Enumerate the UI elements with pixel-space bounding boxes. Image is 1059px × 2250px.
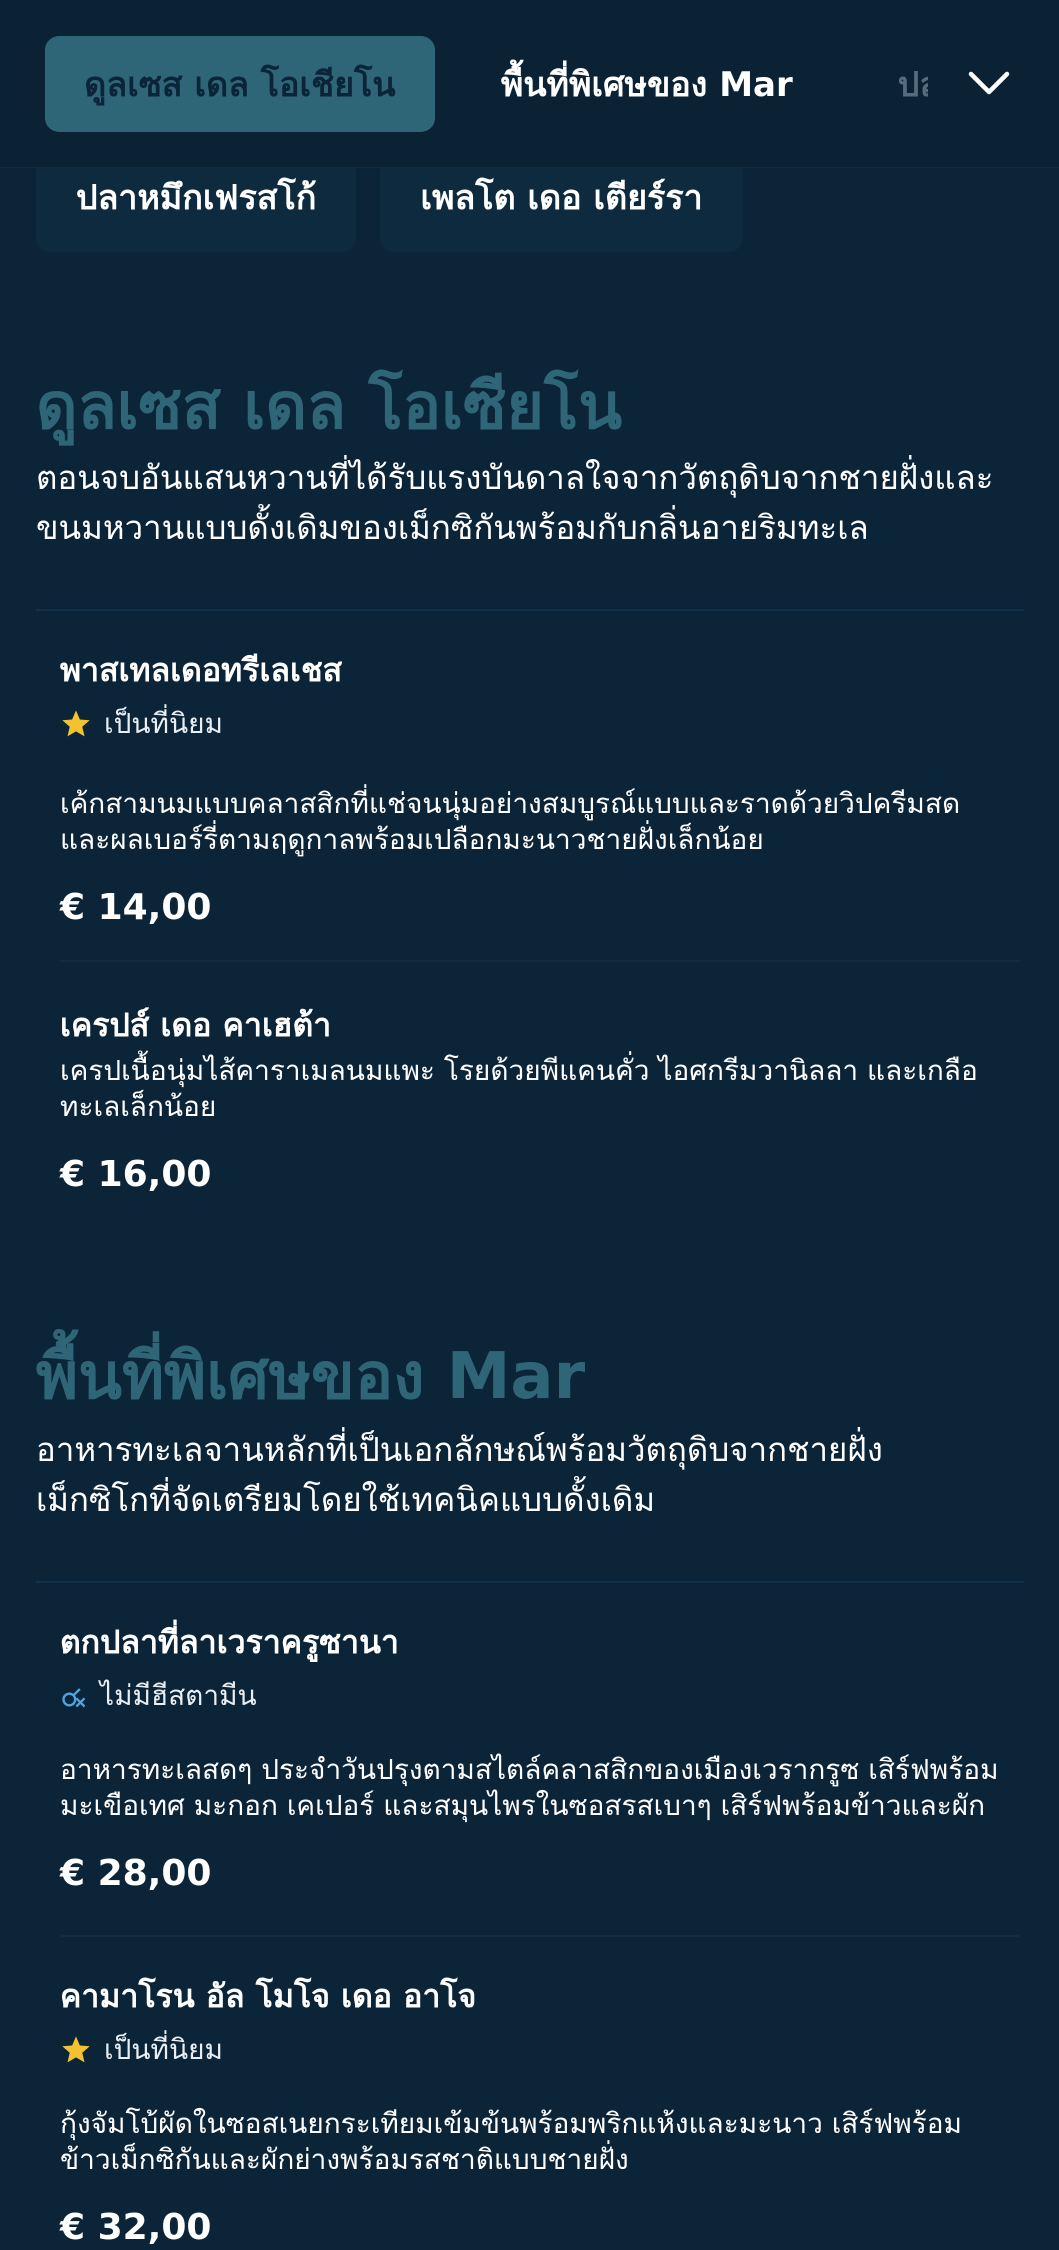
menu-item[interactable]: เครปส์ เดอ คาเฮต้า เครปเนื้อนุ่มไส้คาราเ…: [60, 1005, 1000, 1197]
chevron-down-icon[interactable]: [967, 62, 1011, 106]
item-name: พาสเทลเดอทรีเลเชส: [60, 651, 343, 689]
tab-dulces-del-oceano[interactable]: ดูลเซส เดล โอเชียโน: [45, 35, 435, 132]
menu-item[interactable]: ตกปลาที่ลาเวราครูซานา ไม่มีฮีสตามีน อาหา…: [60, 1622, 1000, 1896]
menu-item[interactable]: พาสเทลเดอทรีเลเชส เป็นที่นิยม เค้กสามนมแ…: [60, 650, 1000, 930]
histamine-free-badge: ไม่มีฮีสตามีน: [60, 1676, 1000, 1716]
badge-label: เป็นที่นิยม: [104, 2033, 223, 2066]
section-description: อาหารทะเลจานหลักที่เป็นเอกลักษณ์พร้อมวัต…: [36, 1430, 883, 1519]
item-price: € 16,00: [60, 1154, 212, 1195]
item-separator: [60, 1935, 1020, 1937]
section-title: ดูลเซส เดล โอเซียโน: [36, 370, 623, 444]
tab-partial[interactable]: ปล: [838, 36, 928, 132]
star-icon: [62, 710, 90, 737]
item-description: อาหารทะเลสดๆ ประจำวันปรุงตามสไตล์คลาสสิก…: [60, 1753, 999, 1822]
section-description: ตอนจบอันแสนหวานที่ได้รับแรงบันดาลใจจากวั…: [36, 458, 994, 547]
item-price: € 28,00: [60, 1853, 212, 1894]
tab-especialidades-del-mar[interactable]: พื้นที่พิเศษของ Mar: [435, 36, 838, 132]
popular-badge: เป็นที่นิยม: [60, 2030, 1000, 2070]
section-title: พื้นที่พิเศษของ Mar: [36, 1340, 586, 1414]
popular-badge: เป็นที่นิยม: [60, 704, 1000, 744]
item-price: € 32,00: [60, 2207, 212, 2248]
menu-item[interactable]: คามาโรน อัล โมโจ เดอ อาโจ เป็นที่นิยม กุ…: [60, 1976, 1000, 2250]
item-description: เครปเนื้อนุ่มไส้คาราเมลนมแพะ โรยด้วยพีแค…: [60, 1054, 978, 1123]
section-divider: [36, 1581, 1024, 1583]
badge-label: เป็นที่นิยม: [104, 707, 223, 740]
item-name: คามาโรน อัล โมโจ เดอ อาโจ: [60, 1977, 477, 2015]
star-icon: [62, 2036, 90, 2063]
item-separator: [60, 960, 1020, 962]
item-description: เค้กสามนมแบบคลาสสิกที่แช่จนนุ่มอย่างสมบู…: [60, 787, 961, 856]
histamine-free-icon: [62, 1688, 86, 1708]
badge-label: ไม่มีฮีสตามีน: [100, 1679, 257, 1712]
item-description: กุ้งจัมโบ้ผัดในซอสเนยกระเทียมเข้มข้นพร้อ…: [60, 2107, 963, 2176]
item-name: ตกปลาที่ลาเวราครูซานา: [60, 1623, 399, 1661]
section-divider: [36, 609, 1024, 611]
category-tab-bar: ดูลเซส เดล โอเชียโน พื้นที่พิเศษของ Mar …: [0, 0, 1059, 168]
item-name: เครปส์ เดอ คาเฮต้า: [60, 1006, 332, 1044]
item-price: € 14,00: [60, 887, 212, 928]
